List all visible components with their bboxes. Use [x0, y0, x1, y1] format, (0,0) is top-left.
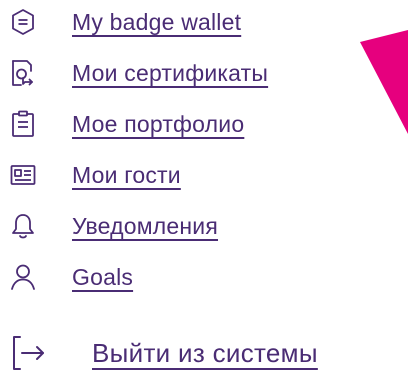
- pointer-arrow-icon: [360, 30, 408, 134]
- clipboard-icon: [10, 109, 36, 139]
- logout-label: Выйти из системы: [92, 337, 318, 368]
- menu-item-badge-wallet[interactable]: My badge wallet: [10, 4, 241, 40]
- menu-item-label: Goals: [72, 263, 134, 290]
- menu-item-portfolio[interactable]: Мое портфолио: [10, 106, 244, 142]
- certificate-icon: [10, 58, 36, 88]
- menu-item-guests[interactable]: Мои гости: [10, 157, 181, 193]
- logout-icon: [10, 333, 50, 373]
- menu-item-label: Уведомления: [72, 212, 219, 239]
- bell-icon: [10, 211, 36, 241]
- menu-item-notifications[interactable]: Уведомления: [10, 208, 218, 244]
- menu-item-certificates[interactable]: Мои сертификаты: [10, 55, 268, 91]
- badge-wallet-icon: [10, 7, 36, 37]
- logout-button[interactable]: Выйти из системы: [10, 331, 318, 375]
- guest-card-icon: [10, 160, 36, 190]
- menu-item-goals[interactable]: Goals: [10, 259, 133, 295]
- menu-item-label: My badge wallet: [72, 8, 242, 35]
- user-menu: My badge wallet Мои сертификаты Мое порт…: [0, 0, 408, 384]
- menu-item-label: Мои гости: [72, 161, 181, 188]
- user-icon: [10, 262, 36, 292]
- menu-item-label: Мои сертификаты: [72, 59, 269, 86]
- menu-item-label: Мое портфолио: [72, 110, 245, 137]
